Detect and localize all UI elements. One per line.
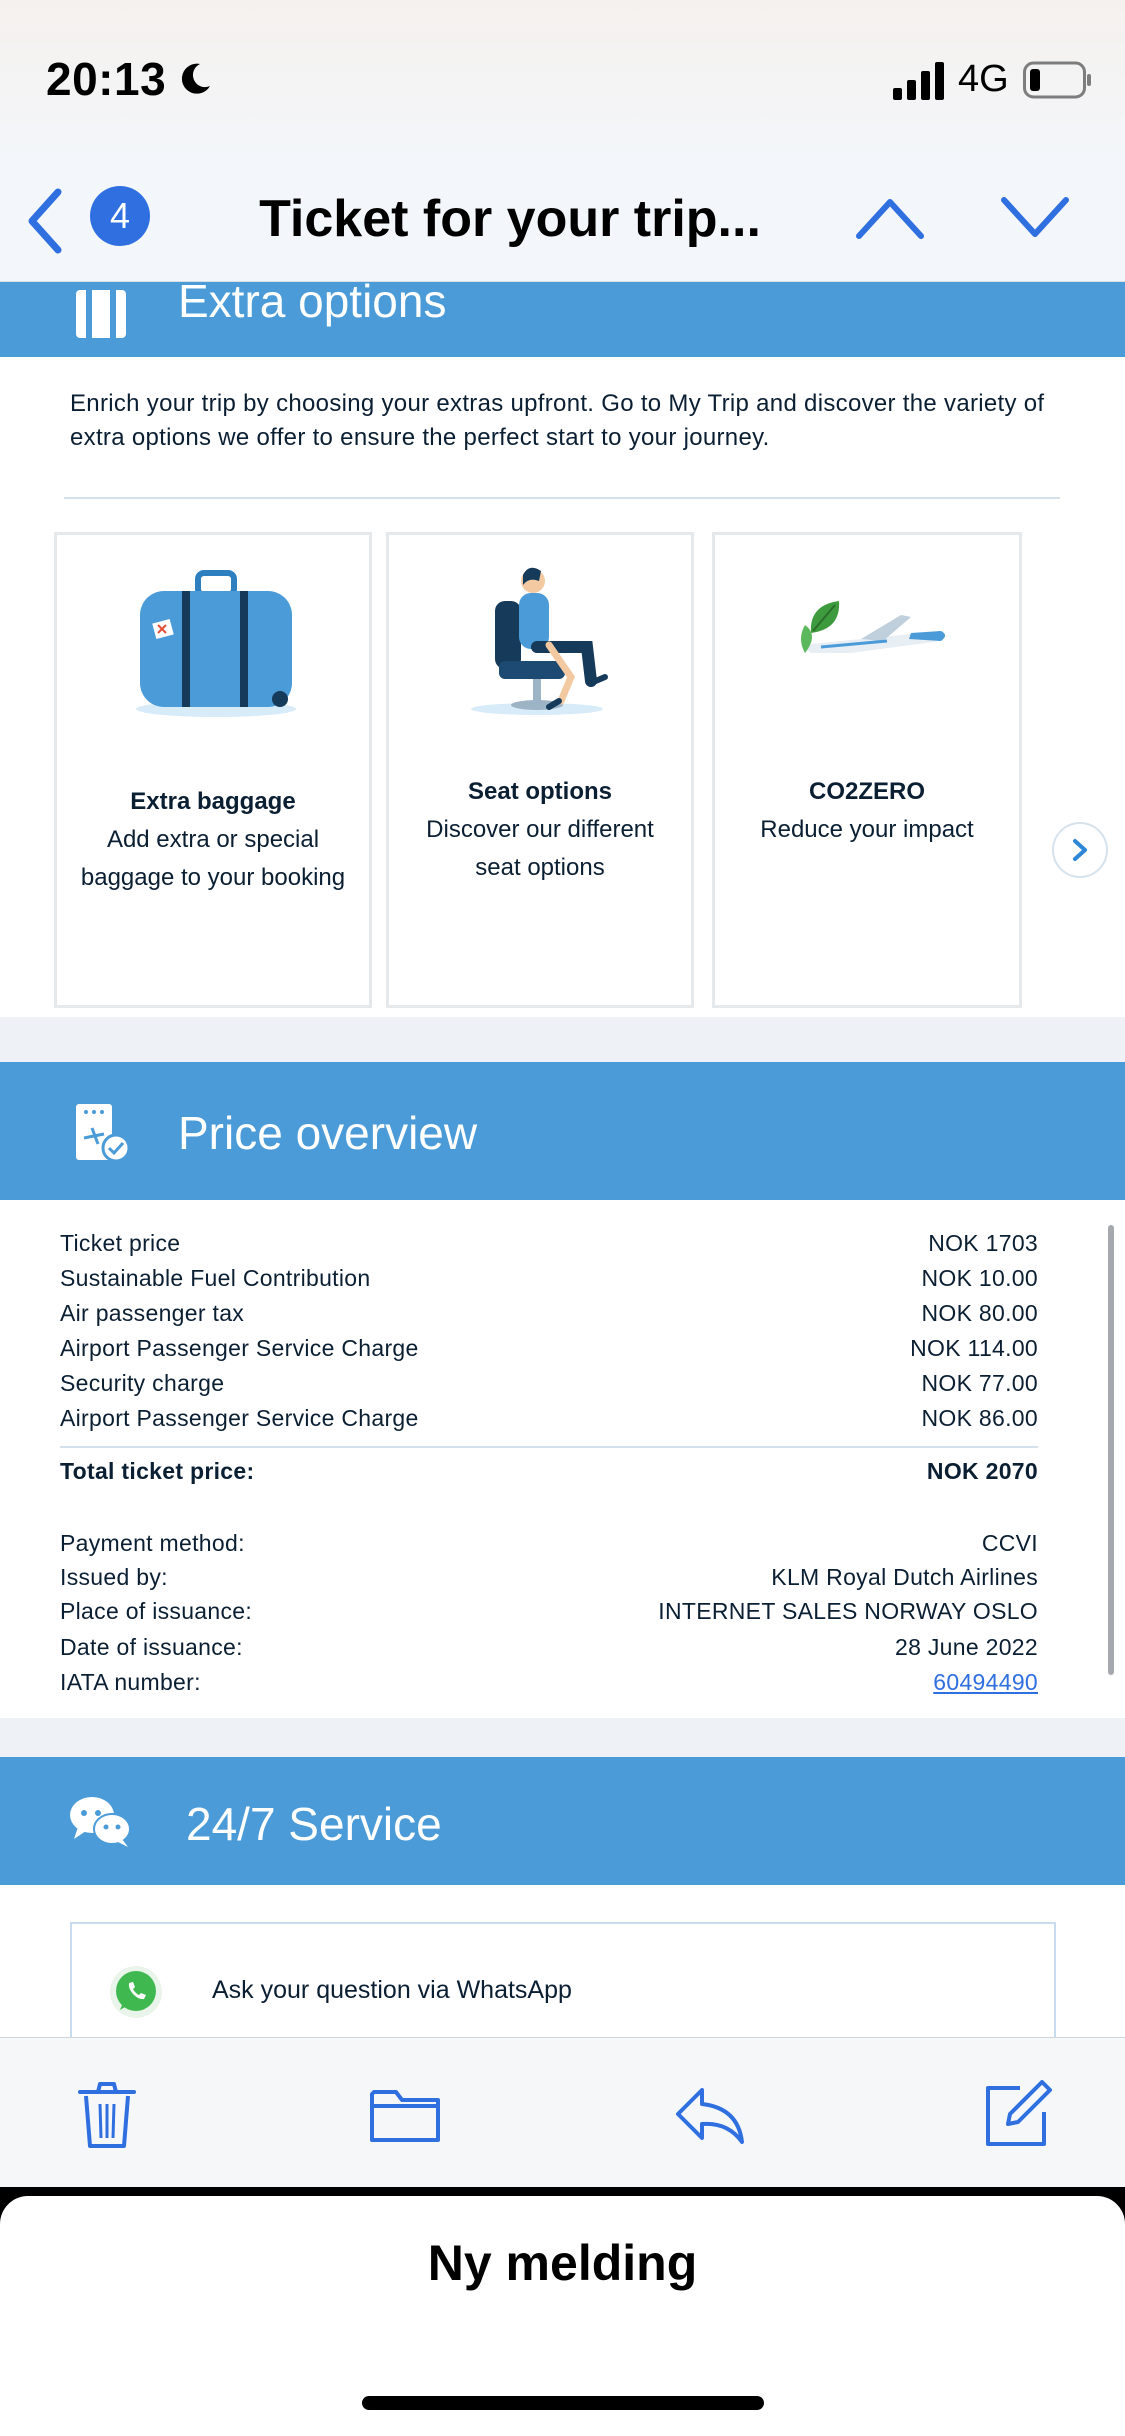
price-line: Airport Passenger Service Charge NOK 86.… [60,1405,1038,1439]
price-label: Airport Passenger Service Charge [60,1405,419,1431]
detail-line: Issued by: KLM Royal Dutch Airlines [60,1564,1038,1598]
total-value: NOK 2070 [926,1458,1038,1484]
chat-bubbles-icon [70,1797,131,1847]
price-label: Ticket price [60,1230,181,1256]
divider [64,497,1060,499]
detail-value: CCVI [981,1530,1038,1556]
price-value: NOK 1703 [928,1230,1038,1256]
detail-label: Date of issuance: [60,1634,243,1660]
extra-options-intro: Enrich your trip by choosing your extras… [70,390,1045,451]
back-chevron-icon[interactable] [24,186,64,256]
detail-line: IATA number: 60494490 [60,1669,1038,1703]
detail-label: IATA number: [60,1669,201,1695]
next-message-icon[interactable] [1000,196,1070,240]
price-overview-title: Price overview [178,1107,478,1159]
trash-icon[interactable] [70,2078,144,2152]
extra-options-panel: Enrich your trip by choosing your extras… [0,357,1125,1017]
price-label: Airport Passenger Service Charge [60,1335,419,1361]
network-type: 4G [958,58,1009,100]
card-description-line2: seat options [475,854,605,881]
price-value: NOK 80.00 [921,1300,1038,1326]
message-subject-title: Ticket for your trip... [259,190,761,248]
card-title: Extra baggage [130,788,296,815]
divider [60,1446,1038,1448]
extra-options-title: Extra options [178,282,447,327]
service-title: 24/7 Service [186,1798,442,1850]
card-description-line2: baggage to your booking [80,864,346,891]
mail-toolbar [0,2037,1125,2187]
price-line: Airport Passenger Service Charge NOK 114… [60,1335,1038,1369]
folder-icon[interactable] [368,2078,442,2152]
whatsapp-label: Ask your question via WhatsApp [212,1976,572,2004]
detail-label: Payment method: [60,1530,245,1556]
price-label: Air passenger tax [60,1300,245,1326]
luggage-icon [76,290,126,338]
previous-message-icon[interactable] [855,196,925,240]
co2zero-card[interactable]: CO2ZERO Reduce your impact [712,532,1022,1008]
detail-value: INTERNET SALES NORWAY OSLO [658,1598,1038,1624]
card-description: Reduce your impact [760,816,974,843]
total-label: Total ticket price: [60,1458,255,1484]
iata-number-link[interactable]: 60494490 [933,1669,1038,1696]
plane-leaf-icon [801,601,945,653]
price-overview-header: Price overview [0,1062,1125,1200]
whatsapp-button[interactable]: Ask your question via WhatsApp [70,1922,1056,2037]
service-header: 24/7 Service [0,1757,1125,1885]
card-description-line1: Discover our different [426,816,654,843]
seated-passenger-icon [471,567,608,715]
detail-line: Date of issuance: 28 June 2022 [60,1634,1038,1668]
price-line: Ticket price NOK 1703 [60,1230,1038,1264]
status-time: 20:13 [46,53,167,105]
email-body[interactable]: Extra options Enrich your trip by choosi… [0,282,1125,2037]
price-label: Sustainable Fuel Contribution [60,1265,371,1291]
price-value: NOK 114.00 [910,1335,1038,1361]
price-label: Security charge [60,1370,225,1396]
mail-nav-bar: 4 Ticket for your trip... [0,160,1125,282]
extra-options-header: Extra options [0,282,1125,357]
suitcase-icon [136,570,296,717]
ticket-check-icon [76,1104,131,1163]
detail-line: Payment method: CCVI [60,1530,1038,1564]
compose-icon[interactable] [980,2078,1054,2152]
total-line: Total ticket price: NOK 2070 [60,1458,1038,1492]
price-line: Air passenger tax NOK 80.00 [60,1300,1038,1334]
price-value: NOK 77.00 [921,1370,1038,1396]
price-overview-panel: Ticket price NOK 1703 Sustainable Fuel C… [0,1200,1125,1718]
detail-label: Place of issuance: [60,1598,253,1624]
scroll-indicator [1108,1225,1114,1675]
detail-value: KLM Royal Dutch Airlines [771,1564,1038,1590]
card-description-line1: Add extra or special [106,826,320,853]
detail-label: Issued by: [60,1564,168,1590]
price-value: NOK 86.00 [921,1405,1038,1431]
new-message-title: Ny melding [427,2235,698,2291]
extra-baggage-card[interactable]: Extra baggage Add extra or special bagga… [54,532,372,1008]
card-title: Seat options [467,778,612,805]
detail-value: 28 June 2022 [894,1634,1038,1660]
price-line: Sustainable Fuel Contribution NOK 10.00 [60,1265,1038,1299]
detail-line: Place of issuance: INTERNET SALES NORWAY… [60,1598,1038,1632]
moon-icon [181,63,210,94]
status-bar: 20:13 4G [0,0,1125,160]
unread-count-badge[interactable]: 4 [90,186,150,246]
battery-icon [1023,61,1091,99]
card-title: CO2ZERO [808,778,925,805]
reply-icon[interactable] [672,2078,746,2152]
home-indicator[interactable] [362,2396,764,2410]
whatsapp-icon [110,1966,162,2018]
carousel-next-button[interactable] [1052,822,1108,878]
price-value: NOK 10.00 [921,1265,1038,1291]
price-line: Security charge NOK 77.00 [60,1370,1038,1404]
signal-icon [893,62,944,100]
seat-options-card[interactable]: Seat options Discover our different seat… [386,532,694,1008]
chevron-right-icon [1073,839,1087,861]
